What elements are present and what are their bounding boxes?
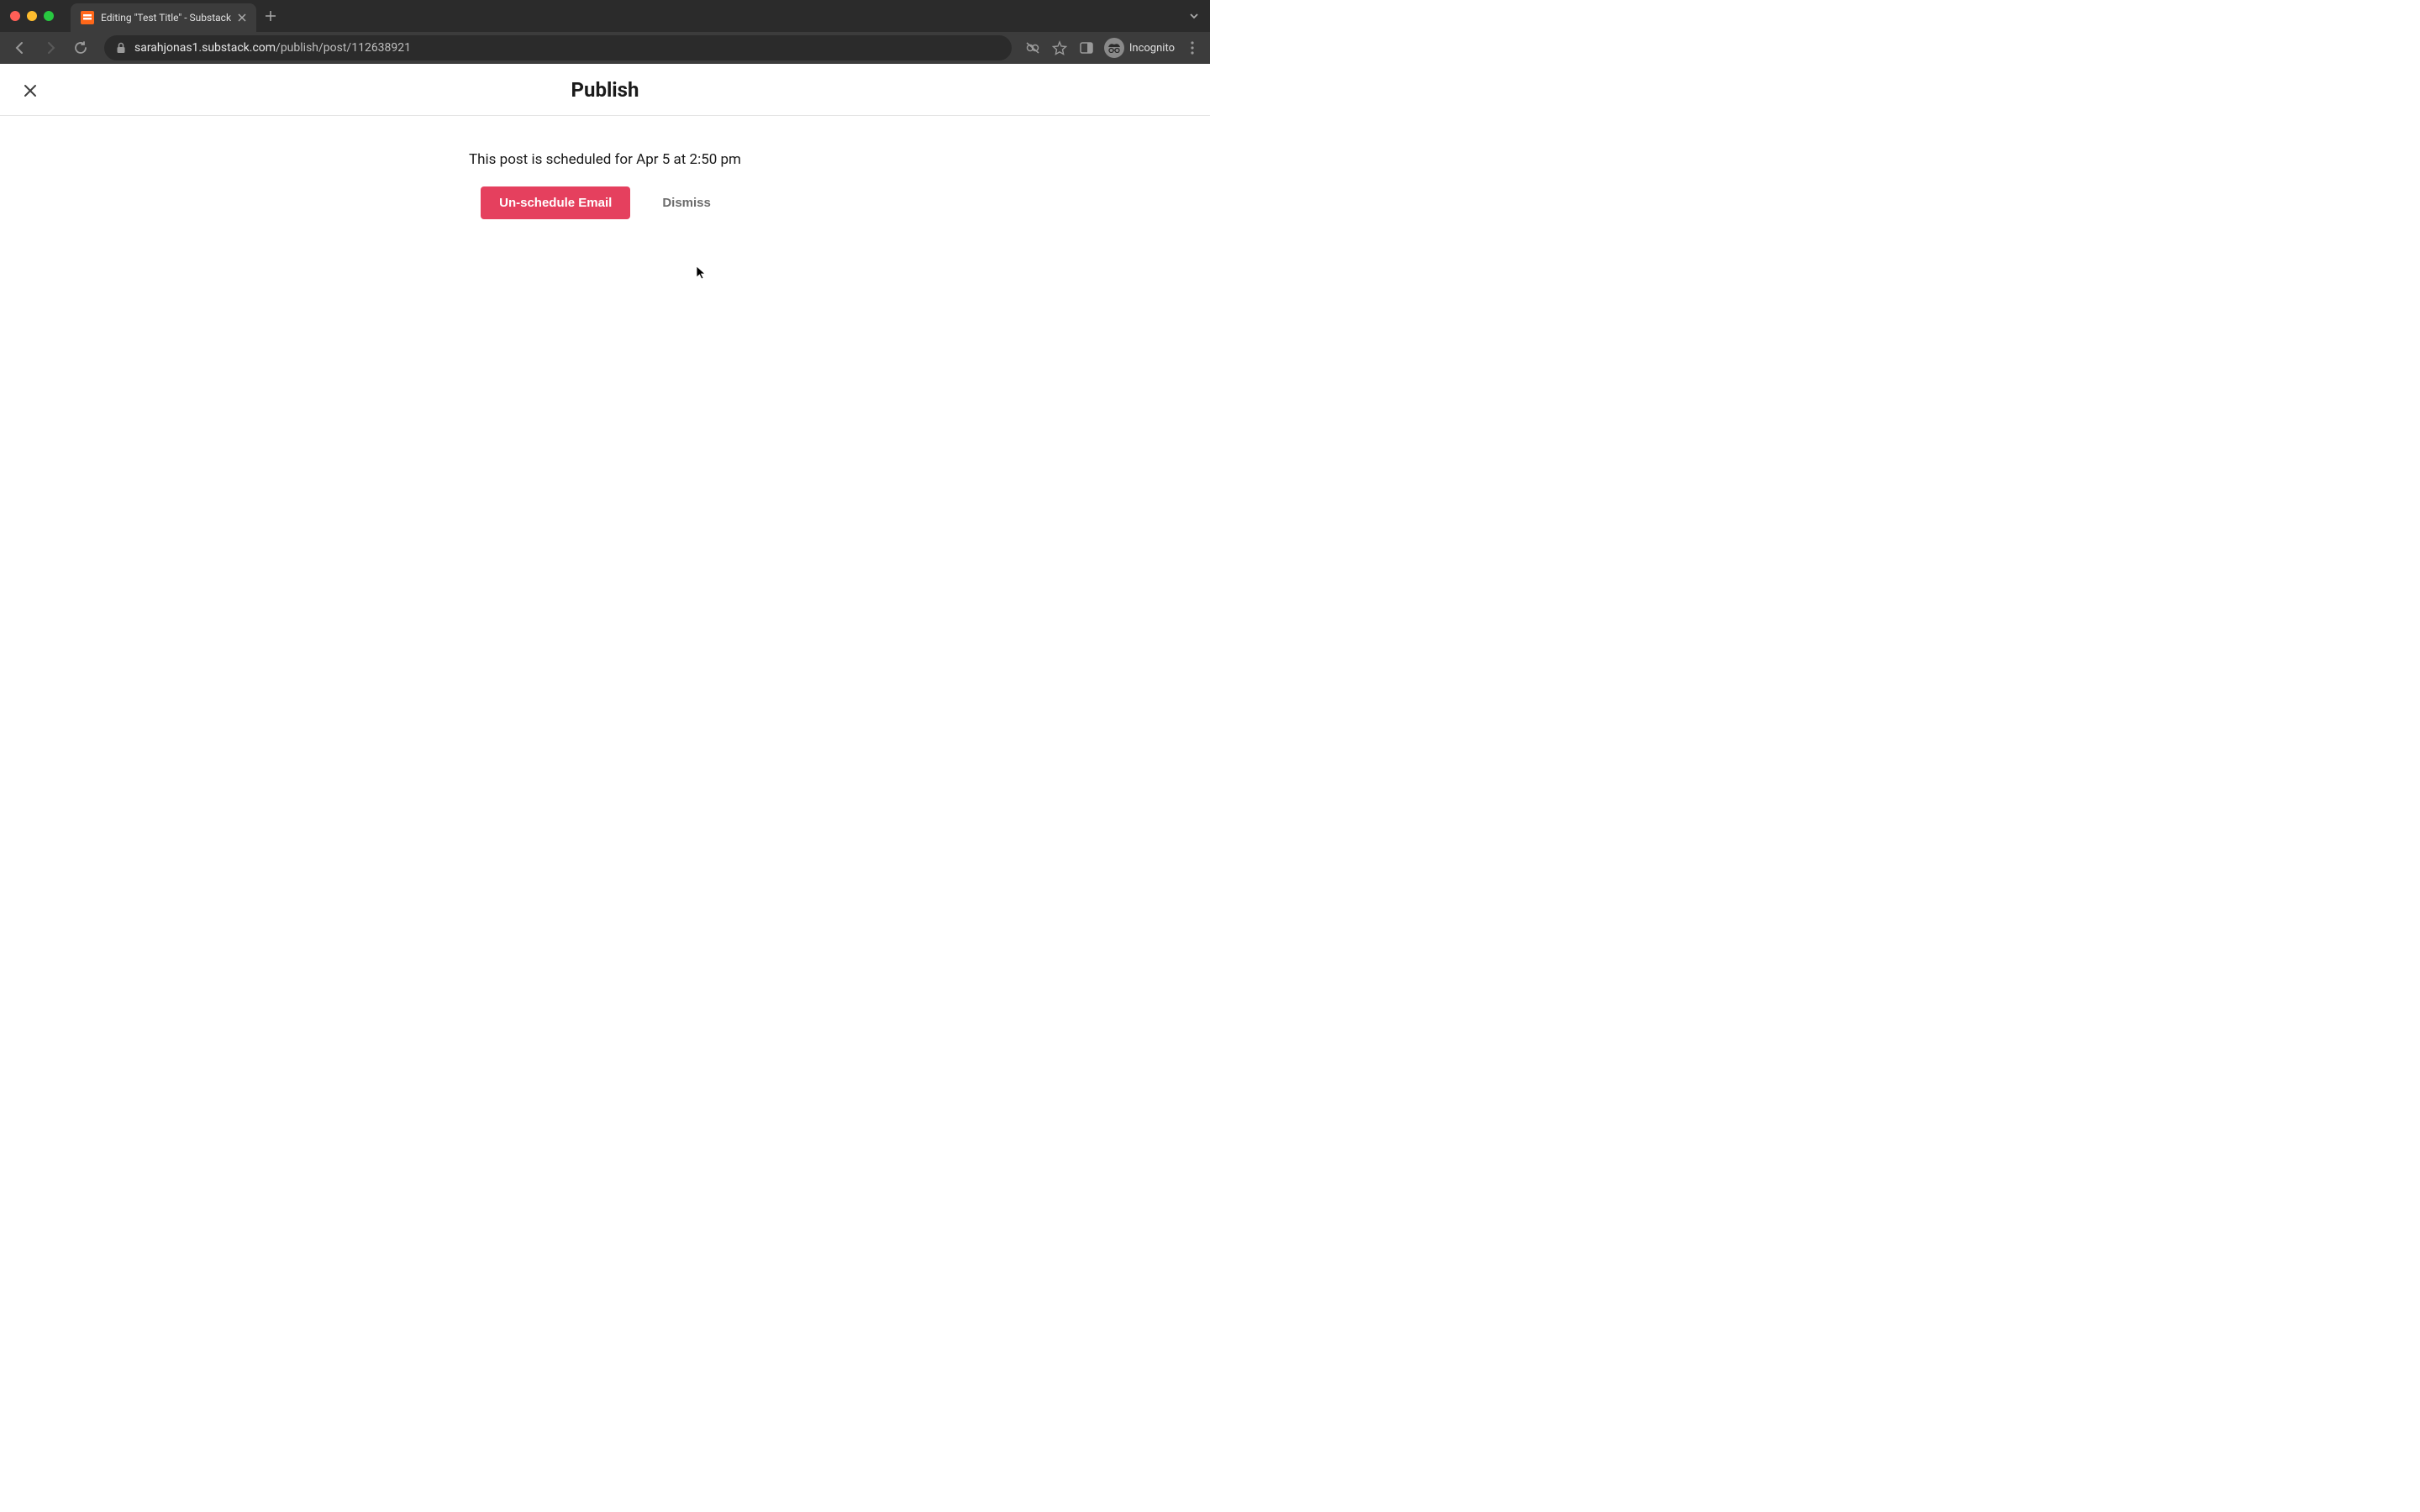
incognito-icon bbox=[1104, 38, 1124, 58]
incognito-indicator[interactable]: Incognito bbox=[1104, 38, 1175, 58]
address-bar[interactable]: sarahjonas1.substack.com/publish/post/11… bbox=[104, 35, 1012, 60]
side-panel-icon[interactable] bbox=[1077, 39, 1096, 57]
dismiss-button[interactable]: Dismiss bbox=[644, 186, 729, 219]
close-button[interactable] bbox=[20, 81, 40, 101]
browser-tab-strip: Editing "Test Title" - Substack bbox=[0, 0, 1210, 32]
page-header: Publish bbox=[0, 64, 1210, 116]
publish-content: This post is scheduled for Apr 5 at 2:50… bbox=[0, 116, 1210, 219]
new-tab-button[interactable] bbox=[265, 10, 276, 22]
mouse-cursor bbox=[696, 265, 706, 279]
browser-toolbar: sarahjonas1.substack.com/publish/post/11… bbox=[0, 32, 1210, 64]
reload-button[interactable] bbox=[69, 36, 92, 60]
tabs-dropdown-button[interactable] bbox=[1188, 10, 1200, 22]
browser-tab[interactable]: Editing "Test Title" - Substack bbox=[71, 3, 256, 32]
tab-close-button[interactable] bbox=[238, 13, 246, 22]
tab-title: Editing "Test Title" - Substack bbox=[101, 12, 231, 24]
window-minimize-button[interactable] bbox=[27, 11, 37, 21]
incognito-label: Incognito bbox=[1129, 42, 1175, 55]
forward-button[interactable] bbox=[39, 36, 62, 60]
lock-icon bbox=[116, 42, 126, 54]
url-domain: sarahjonas1.substack.com bbox=[134, 41, 276, 55]
window-maximize-button[interactable] bbox=[44, 11, 54, 21]
url-text: sarahjonas1.substack.com/publish/post/11… bbox=[134, 41, 411, 55]
schedule-message: This post is scheduled for Apr 5 at 2:50… bbox=[469, 151, 741, 168]
window-controls bbox=[10, 11, 54, 21]
window-close-button[interactable] bbox=[10, 11, 20, 21]
page-content: Publish This post is scheduled for Apr 5… bbox=[0, 64, 1210, 756]
unschedule-button[interactable]: Un-schedule Email bbox=[481, 186, 630, 219]
page-title: Publish bbox=[571, 78, 639, 102]
back-button[interactable] bbox=[8, 36, 32, 60]
substack-favicon bbox=[81, 11, 94, 24]
tracking-blocked-icon[interactable] bbox=[1023, 39, 1042, 57]
toolbar-right: Incognito bbox=[1023, 38, 1202, 58]
bookmark-star-icon[interactable] bbox=[1050, 39, 1069, 57]
url-path: /publish/post/112638921 bbox=[276, 41, 411, 55]
action-buttons: Un-schedule Email Dismiss bbox=[481, 186, 729, 219]
browser-menu-button[interactable] bbox=[1183, 39, 1202, 57]
